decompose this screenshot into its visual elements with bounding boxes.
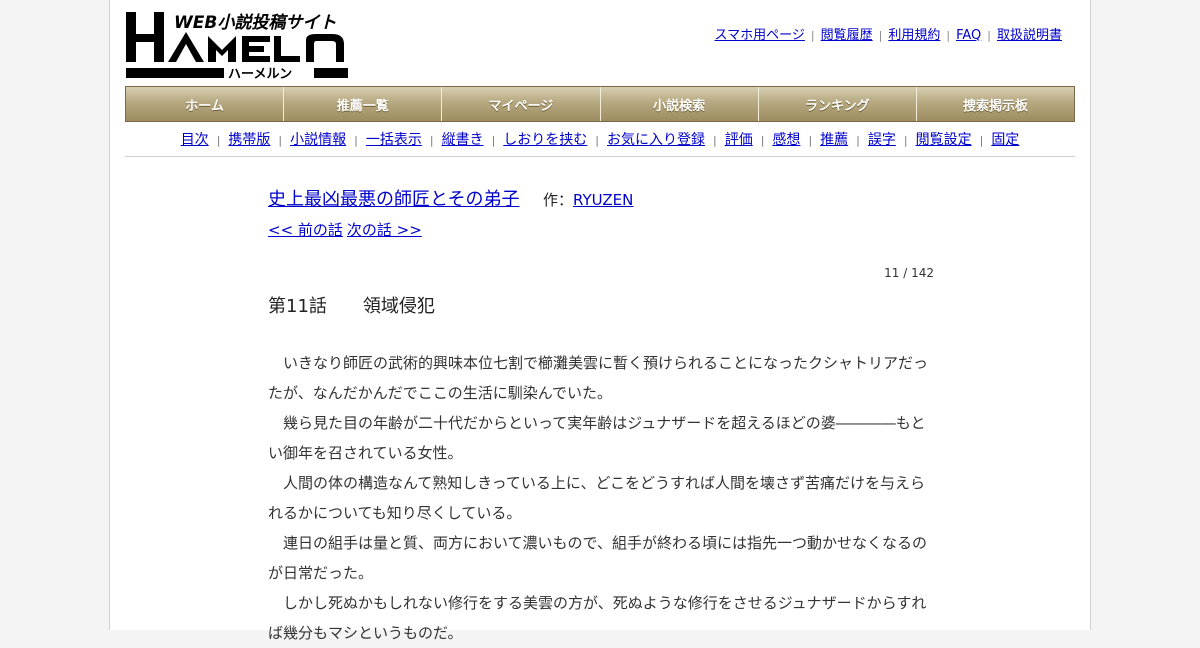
separator: | bbox=[216, 134, 221, 147]
chapter-title: 第11話 領域侵犯 bbox=[268, 296, 435, 317]
chapter-body: いきなり師匠の武術的興味本位七割で櫛灘美雲に暫く預けられることになったクシャトリ… bbox=[268, 348, 930, 648]
separator: | bbox=[810, 29, 815, 42]
link-terms[interactable]: 利用規約 bbox=[888, 28, 940, 43]
nav-mypage[interactable]: マイページ bbox=[442, 87, 601, 121]
link-manual[interactable]: 取扱説明書 bbox=[997, 28, 1062, 43]
author-link[interactable]: RYUZEN bbox=[573, 191, 633, 209]
subnav-vertical[interactable]: 縦書き bbox=[442, 132, 484, 148]
next-chapter-link[interactable]: 次の話 >> bbox=[347, 221, 422, 239]
body-paragraph: 連日の組手は量と質、両方において濃いもので、組手が終わる頃には指先一つ動かせなく… bbox=[268, 534, 927, 582]
subnav-all[interactable]: 一括表示 bbox=[366, 132, 422, 148]
nav-board[interactable]: 捜索掲示板 bbox=[916, 87, 1075, 121]
separator: | bbox=[903, 134, 908, 147]
novel-title: 史上最凶最悪の師匠とその弟子 bbox=[268, 185, 519, 211]
chapter-counter: 11 / 142 bbox=[884, 266, 934, 280]
subnav-settings[interactable]: 閲覧設定 bbox=[916, 132, 972, 148]
subnav-rate[interactable]: 評価 bbox=[725, 132, 753, 148]
nav-recommend[interactable]: 推薦一覧 bbox=[284, 87, 443, 121]
author-line: 作：RYUZEN bbox=[543, 189, 633, 210]
link-faq[interactable]: FAQ bbox=[956, 28, 981, 43]
chapter-pager: << 前の話 次の話 >> bbox=[268, 219, 426, 240]
subnav-favorite[interactable]: お気に入り登録 bbox=[607, 132, 705, 148]
separator: | bbox=[354, 134, 358, 147]
logo-subtitle: WEB小説投稿サイト bbox=[174, 13, 336, 33]
sub-nav: 目次 | 携帯版 | 小説情報 | 一括表示 | 縦書き | しおりを挟む | お気に入り登録 | 評価 | 感… bbox=[125, 129, 1075, 149]
separator: | bbox=[878, 29, 883, 42]
separator: | bbox=[429, 134, 434, 147]
body-paragraph: 人間の体の構造なんて熟知しきっている上に、どこをどうすれば人間を壊さず苦痛だけを… bbox=[268, 474, 926, 522]
prev-chapter-link[interactable]: << 前の話 bbox=[268, 221, 343, 239]
body-paragraph: いきなり師匠の武術的興味本位七割で櫛灘美雲に暫く預けられることになったクシャトリ… bbox=[268, 354, 929, 402]
subnav-info[interactable]: 小説情報 bbox=[290, 132, 346, 148]
separator: | bbox=[856, 134, 860, 147]
subnav-review[interactable]: 感想 bbox=[772, 132, 800, 148]
separator: | bbox=[760, 134, 765, 147]
logo-kana: ハーメルン bbox=[228, 67, 292, 82]
subnav-typo[interactable]: 誤字 bbox=[868, 132, 896, 148]
nav-home[interactable]: ホーム bbox=[126, 87, 285, 121]
subnav-recommend[interactable]: 推薦 bbox=[820, 132, 848, 148]
subnav-mobile[interactable]: 携帯版 bbox=[228, 132, 270, 148]
novel-title-link[interactable]: 史上最凶最悪の師匠とその弟子 bbox=[268, 189, 519, 210]
separator: | bbox=[278, 134, 283, 147]
subnav-pin[interactable]: 固定 bbox=[991, 132, 1019, 148]
separator: | bbox=[491, 134, 496, 147]
main-nav: ホーム 推薦一覧 マイページ 小説検索 ランキング 捜索掲示板 bbox=[125, 86, 1075, 122]
body-paragraph: しかし死ぬかもしれない修行をする美雲の方が、死ぬような修行をさせるジュナザードか… bbox=[268, 594, 927, 642]
page-container: WEB小説投稿サイト ハーメルン スマホ用ページ | 閲覧履歴 | 利用規約 | FAQ | 取… bbox=[109, 0, 1091, 642]
link-history[interactable]: 閲覧履歴 bbox=[821, 28, 873, 43]
top-links: スマホ用ページ | 閲覧履歴 | 利用規約 | FAQ | 取扱説明書 bbox=[715, 24, 1062, 43]
subnav-bookmark[interactable]: しおりを挟む bbox=[503, 132, 587, 148]
separator: | bbox=[946, 29, 951, 42]
separator: | bbox=[979, 134, 984, 147]
author-prefix: 作： bbox=[543, 191, 574, 209]
nav-search[interactable]: 小説検索 bbox=[600, 87, 759, 121]
separator: | bbox=[713, 134, 717, 147]
separator: | bbox=[808, 134, 813, 147]
body-paragraph: 幾ら見た目の年齢が二十代だからといって実年齢はジュナザードを超えるほどの婆―――… bbox=[268, 414, 926, 462]
hameln-logo[interactable]: WEB小説投稿サイト ハーメルン bbox=[126, 10, 348, 82]
separator: | bbox=[987, 29, 991, 42]
subnav-toc[interactable]: 目次 bbox=[181, 132, 209, 148]
divider bbox=[125, 156, 1075, 157]
link-smartphone[interactable]: スマホ用ページ bbox=[715, 28, 805, 43]
nav-ranking[interactable]: ランキング bbox=[758, 87, 917, 121]
separator: | bbox=[595, 134, 599, 147]
